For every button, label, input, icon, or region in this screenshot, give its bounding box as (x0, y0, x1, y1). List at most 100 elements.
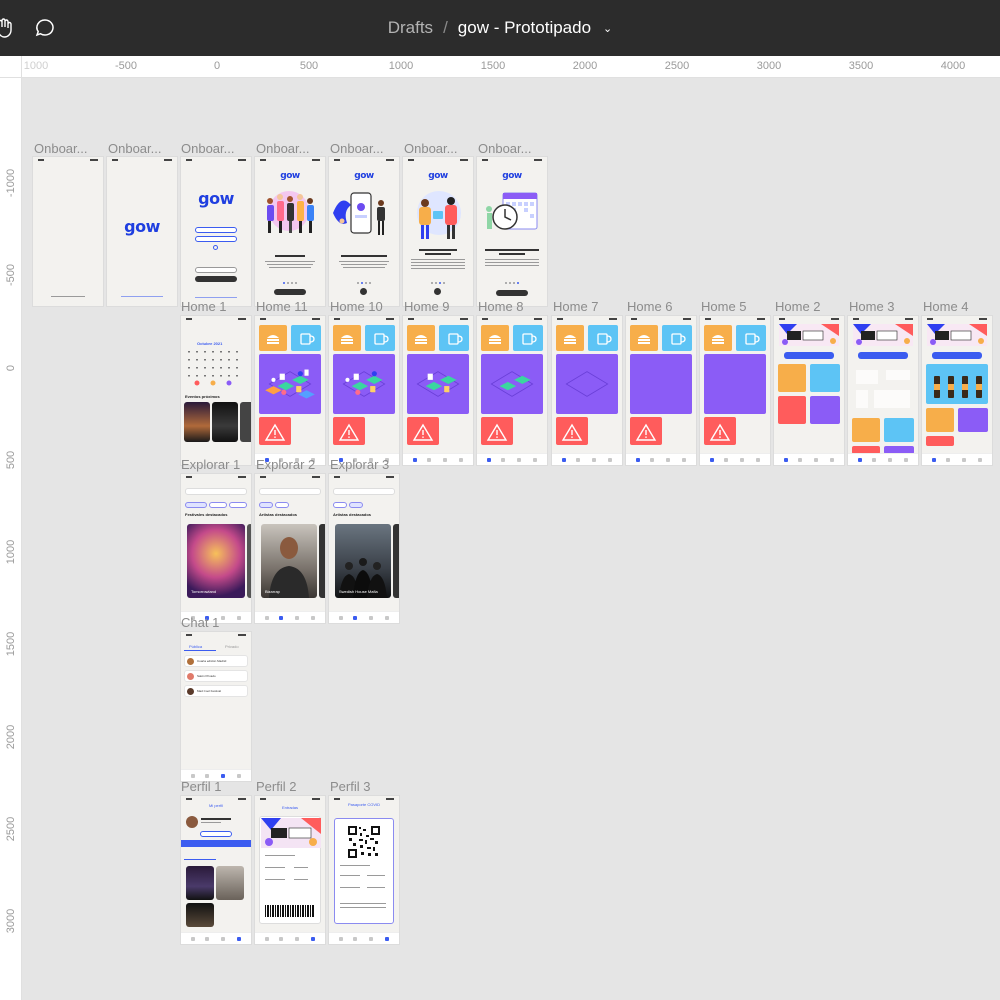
edit-profile-button[interactable] (200, 831, 232, 837)
frame-title[interactable]: Home 6 (627, 299, 699, 314)
artist-card[interactable] (393, 524, 399, 598)
alert-tile[interactable] (778, 396, 806, 424)
frame-onboarding-1[interactable] (33, 157, 103, 306)
photo-card[interactable] (186, 903, 214, 927)
photo-card[interactable] (186, 866, 214, 900)
register-button[interactable] (195, 236, 237, 242)
filter-chip[interactable] (349, 502, 363, 508)
food-tile[interactable] (926, 408, 954, 432)
alert-tile[interactable] (333, 417, 365, 445)
map-tile[interactable] (810, 396, 840, 424)
frame-title[interactable]: Home 5 (701, 299, 773, 314)
tab-public[interactable]: Pública (189, 644, 202, 649)
frame-title[interactable]: Chat 1 (181, 615, 253, 630)
alert-tile[interactable] (704, 417, 736, 445)
food-tile[interactable] (630, 325, 658, 351)
festival-card[interactable] (247, 524, 251, 598)
alert-tile[interactable] (630, 417, 662, 445)
search-input[interactable] (185, 488, 247, 495)
frame-home-7[interactable] (626, 316, 696, 465)
drinks-tile[interactable] (365, 325, 395, 351)
drinks-tile[interactable] (926, 364, 988, 404)
search-input[interactable] (259, 488, 321, 495)
artist-card[interactable] (319, 524, 325, 598)
map-tile[interactable] (259, 354, 321, 414)
frame-home-1[interactable]: Octubre 2021 Eventos próximos (181, 316, 251, 465)
food-tile[interactable] (852, 418, 880, 442)
filter-chip[interactable] (229, 502, 247, 508)
drinks-tile[interactable] (588, 325, 618, 351)
frame-onboarding-5[interactable]: gow (329, 157, 399, 306)
frame-title[interactable]: Perfil 1 (181, 779, 253, 794)
design-canvas[interactable]: Onboar... Onboar... gow Onboar... gow On… (22, 78, 1000, 1000)
frame-home-11[interactable] (922, 316, 992, 465)
ticket-card[interactable] (259, 816, 321, 924)
frame-title[interactable]: Home 9 (404, 299, 476, 314)
chevron-down-icon[interactable]: ⌄ (603, 22, 612, 35)
chat-row[interactable]: Mad Cool Festival (184, 685, 248, 697)
map-tile[interactable] (958, 408, 988, 432)
event-card[interactable] (184, 402, 210, 442)
apple-signin-button[interactable] (195, 276, 237, 282)
food-tile[interactable] (704, 325, 732, 351)
frame-onboarding-2[interactable]: gow (107, 157, 177, 306)
frame-onboarding-7[interactable]: gow (477, 157, 547, 306)
photo-card[interactable] (216, 866, 244, 900)
drinks-tile[interactable] (513, 325, 543, 351)
frame-home-6[interactable] (552, 316, 622, 465)
frame-chat-1[interactable]: Pública Privado Cuarta edición Madrid Sa… (181, 632, 251, 781)
start-button[interactable] (274, 289, 306, 295)
filter-chip[interactable] (259, 502, 273, 508)
frame-title[interactable]: Home 4 (923, 299, 995, 314)
frame-title[interactable]: Home 11 (256, 299, 328, 314)
date-button[interactable] (784, 352, 834, 359)
frame-home-9[interactable] (774, 316, 844, 465)
alert-tile[interactable] (556, 417, 588, 445)
drinks-tile[interactable] (736, 325, 766, 351)
filter-chip[interactable] (209, 502, 227, 508)
drinks-tile[interactable] (810, 364, 840, 392)
map-tile[interactable] (630, 354, 692, 414)
avatar[interactable] (186, 816, 198, 828)
frame-onboarding-4[interactable]: gow (255, 157, 325, 306)
date-button[interactable] (932, 352, 982, 359)
frame-title[interactable]: Onboar... (404, 141, 474, 156)
food-tile[interactable] (259, 325, 287, 351)
frame-home-4[interactable] (403, 316, 473, 465)
filter-chip[interactable] (185, 502, 207, 508)
search-input[interactable] (333, 488, 395, 495)
food-tile[interactable] (333, 325, 361, 351)
alert-tile[interactable] (481, 417, 513, 445)
food-tile[interactable] (556, 325, 584, 351)
frame-home-5[interactable] (477, 316, 547, 465)
frame-perfil-2[interactable]: Entradas (255, 796, 325, 944)
login-button[interactable] (195, 227, 237, 233)
frame-explorar-1[interactable]: Festivales destacados Tomorrowland (181, 474, 251, 623)
file-name[interactable]: gow - Prototipado (458, 18, 591, 38)
chat-row[interactable]: Salón Privado (184, 670, 248, 682)
drinks-tile[interactable] (662, 325, 692, 351)
frame-title[interactable]: Home 10 (330, 299, 402, 314)
food-tile[interactable] (481, 325, 509, 351)
next-arrow-button[interactable] (434, 288, 441, 295)
drinks-tile[interactable] (439, 325, 469, 351)
map-tile[interactable] (852, 364, 914, 414)
frame-title[interactable]: Explorar 3 (330, 457, 402, 472)
frame-title[interactable]: Onboar... (34, 141, 104, 156)
next-arrow-button[interactable] (360, 288, 367, 295)
frame-title[interactable]: Home 8 (478, 299, 550, 314)
artist-card[interactable]: Bizarrap (261, 524, 317, 598)
food-tile[interactable] (778, 364, 806, 392)
finish-button[interactable] (496, 290, 528, 296)
frame-home-2[interactable] (255, 316, 325, 465)
filter-chip[interactable] (333, 502, 347, 508)
drinks-tile[interactable] (884, 418, 914, 442)
frame-title[interactable]: Home 1 (181, 299, 253, 314)
frame-title[interactable]: Home 2 (775, 299, 847, 314)
frame-title[interactable]: Home 7 (553, 299, 625, 314)
frame-home-8[interactable] (700, 316, 770, 465)
frame-title[interactable]: Onboar... (108, 141, 178, 156)
frame-title[interactable]: Onboar... (478, 141, 548, 156)
frame-title[interactable]: Perfil 3 (330, 779, 402, 794)
frame-title[interactable]: Explorar 1 (181, 457, 253, 472)
